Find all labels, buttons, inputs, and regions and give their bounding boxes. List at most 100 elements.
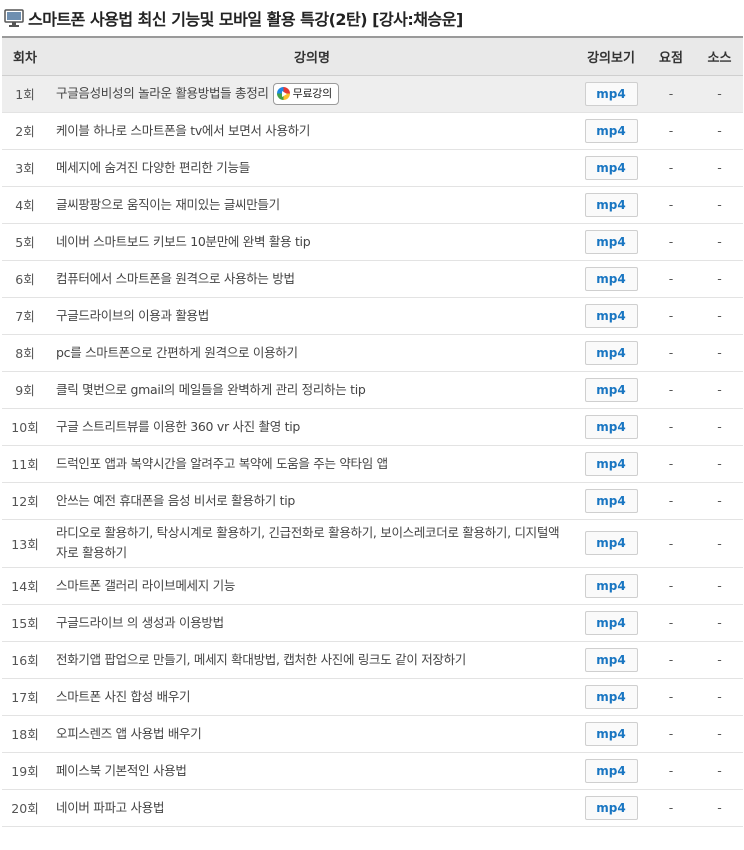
lecture-number: 5회: [2, 223, 48, 261]
lecture-title[interactable]: pc를 스마트폰으로 간편하게 원격으로 이용하기: [56, 345, 298, 360]
mp4-button[interactable]: mp4: [584, 192, 638, 217]
lecture-title[interactable]: 네이버 스마트보드 키보드 10분만에 완벽 활용 tip: [56, 234, 311, 249]
table-row: 16회 전화기앱 팝업으로 만들기, 메세지 확대방법, 캡처한 사진에 링크도 …: [2, 641, 743, 679]
source-cell: -: [696, 482, 743, 520]
mp4-button[interactable]: mp4: [584, 758, 638, 783]
mp4-button[interactable]: mp4: [584, 340, 638, 365]
source-cell: -: [696, 752, 743, 790]
lecture-title[interactable]: 클릭 몇번으로 gmail의 메일들을 완벽하게 관리 정리하는 tip: [56, 382, 366, 397]
lecture-number: 1회: [2, 75, 48, 113]
mp4-button[interactable]: mp4: [584, 303, 638, 328]
source-cell: -: [696, 223, 743, 261]
lecture-title[interactable]: 오피스렌즈 앱 사용법 배우기: [56, 726, 202, 741]
lecture-title[interactable]: 안쓰는 예전 휴대폰을 음성 비서로 활용하기 tip: [56, 493, 295, 508]
mp4-button[interactable]: mp4: [584, 573, 638, 598]
lecture-title-cell: 네이버 파파고 사용법: [48, 789, 576, 827]
view-cell: mp4: [576, 334, 646, 372]
lecture-title[interactable]: 케이블 하나로 스마트폰을 tv에서 보면서 사용하기: [56, 123, 310, 138]
lecture-title[interactable]: 글씨팡팡으로 움직이는 재미있는 글씨만들기: [56, 197, 280, 212]
summary-cell: -: [646, 297, 696, 335]
lecture-table: 회차 강의명 강의보기 요점 소스 1회 구글음성비성의 놀라운 활용방법들 총정…: [2, 36, 743, 827]
lecture-title[interactable]: 스마트폰 사진 합성 배우기: [56, 689, 191, 704]
lecture-number: 14회: [2, 567, 48, 605]
summary-cell: -: [646, 260, 696, 298]
lecture-title-cell: 케이블 하나로 스마트폰을 tv에서 보면서 사용하기: [48, 112, 576, 150]
summary-cell: -: [646, 371, 696, 409]
lecture-title[interactable]: 구글 스트리트뷰를 이용한 360 vr 사진 촬영 tip: [56, 419, 300, 434]
lecture-number: 3회: [2, 149, 48, 187]
mp4-button[interactable]: mp4: [584, 155, 638, 180]
lecture-title[interactable]: 컴퓨터에서 스마트폰을 원격으로 사용하는 방법: [56, 271, 295, 286]
source-cell: -: [696, 297, 743, 335]
summary-cell: -: [646, 408, 696, 446]
table-row: 7회 구글드라이브의 이용과 활용법 mp4- -: [2, 297, 743, 335]
monitor-icon: [4, 8, 24, 28]
lecture-title[interactable]: 드럭인포 앱과 복약시간을 알려주고 복약에 도움을 주는 약타임 앱: [56, 456, 388, 471]
lecture-number: 9회: [2, 371, 48, 409]
lecture-number: 13회: [2, 519, 48, 568]
table-row: 8회 pc를 스마트폰으로 간편하게 원격으로 이용하기 mp4- -: [2, 334, 743, 372]
source-cell: -: [696, 186, 743, 224]
mp4-button[interactable]: mp4: [584, 414, 638, 439]
source-cell: -: [696, 334, 743, 372]
lecture-number: 17회: [2, 678, 48, 716]
lecture-title[interactable]: 네이버 파파고 사용법: [56, 800, 164, 815]
free-lecture-badge[interactable]: 무료강의: [272, 82, 339, 105]
mp4-button[interactable]: mp4: [584, 451, 638, 476]
summary-cell: -: [646, 641, 696, 679]
view-cell: mp4: [576, 112, 646, 150]
mp4-button[interactable]: mp4: [584, 647, 638, 672]
view-cell: mp4: [576, 186, 646, 224]
lecture-title[interactable]: 구글음성비성의 놀라운 활용방법들 총정리: [56, 85, 269, 100]
table-row: 9회 클릭 몇번으로 gmail의 메일들을 완벽하게 관리 정리하는 tip mp…: [2, 371, 743, 409]
view-cell: mp4: [576, 678, 646, 716]
mp4-button[interactable]: mp4: [584, 118, 638, 143]
mp4-button[interactable]: mp4: [584, 229, 638, 254]
table-row: 6회 컴퓨터에서 스마트폰을 원격으로 사용하는 방법 mp4- -: [2, 260, 743, 298]
lecture-number: 19회: [2, 752, 48, 790]
lecture-title-cell: 컴퓨터에서 스마트폰을 원격으로 사용하는 방법: [48, 260, 576, 298]
lecture-title[interactable]: 스마트폰 갤러리 라이브메세지 기능: [56, 578, 235, 593]
lecture-number: 12회: [2, 482, 48, 520]
lecture-title[interactable]: 메세지에 숨겨진 다양한 편리한 기능들: [56, 160, 250, 175]
view-cell: mp4: [576, 482, 646, 520]
lecture-title-cell: 스마트폰 갤러리 라이브메세지 기능: [48, 567, 576, 605]
lecture-number: 8회: [2, 334, 48, 372]
lecture-title-cell: 네이버 스마트보드 키보드 10분만에 완벽 활용 tip: [48, 223, 576, 261]
mp4-button[interactable]: mp4: [584, 684, 638, 709]
table-row: 19회 페이스북 기본적인 사용법 mp4- -: [2, 752, 743, 790]
mp4-button[interactable]: mp4: [584, 488, 638, 513]
header-subject: 강의명: [48, 36, 576, 76]
table-row: 5회 네이버 스마트보드 키보드 10분만에 완벽 활용 tip mp4- -: [2, 223, 743, 261]
lecture-title-cell: 메세지에 숨겨진 다양한 편리한 기능들: [48, 149, 576, 187]
source-cell: -: [696, 567, 743, 605]
summary-cell: -: [646, 519, 696, 568]
mp4-button[interactable]: mp4: [584, 531, 638, 555]
mp4-button[interactable]: mp4: [584, 721, 638, 746]
lecture-title[interactable]: 구글드라이브 의 생성과 이용방법: [56, 615, 224, 630]
lecture-title[interactable]: 페이스북 기본적인 사용법: [56, 763, 187, 778]
lecture-title[interactable]: 라디오로 활용하기, 탁상시계로 활용하기, 긴급전화로 활용하기, 보이스레코…: [56, 525, 560, 560]
lecture-title[interactable]: 전화기앱 팝업으로 만들기, 메세지 확대방법, 캡처한 사진에 링크도 같이 …: [56, 652, 466, 667]
play-icon: [276, 87, 290, 100]
lecture-title-cell: 드럭인포 앱과 복약시간을 알려주고 복약에 도움을 주는 약타임 앱: [48, 445, 576, 483]
mp4-button[interactable]: mp4: [584, 377, 638, 402]
table-row: 10회 구글 스트리트뷰를 이용한 360 vr 사진 촬영 tip mp4- -: [2, 408, 743, 446]
source-cell: -: [696, 260, 743, 298]
mp4-button[interactable]: mp4: [584, 81, 638, 106]
view-cell: mp4: [576, 715, 646, 753]
page-header: 스마트폰 사용법 최신 기능및 모바일 활용 특강(2탄) [강사:채승운]: [0, 0, 744, 36]
lecture-title-cell: 안쓰는 예전 휴대폰을 음성 비서로 활용하기 tip: [48, 482, 576, 520]
lecture-title[interactable]: 구글드라이브의 이용과 활용법: [56, 308, 209, 323]
mp4-button[interactable]: mp4: [584, 266, 638, 291]
lecture-title-cell: 구글드라이브 의 생성과 이용방법: [48, 604, 576, 642]
lecture-number: 11회: [2, 445, 48, 483]
free-lecture-label: 무료강의: [292, 86, 333, 100]
summary-cell: -: [646, 186, 696, 224]
source-cell: -: [696, 445, 743, 483]
summary-cell: -: [646, 149, 696, 187]
summary-cell: -: [646, 715, 696, 753]
table-row: 12회 안쓰는 예전 휴대폰을 음성 비서로 활용하기 tip mp4- -: [2, 482, 743, 520]
mp4-button[interactable]: mp4: [584, 795, 638, 820]
mp4-button[interactable]: mp4: [584, 610, 638, 635]
